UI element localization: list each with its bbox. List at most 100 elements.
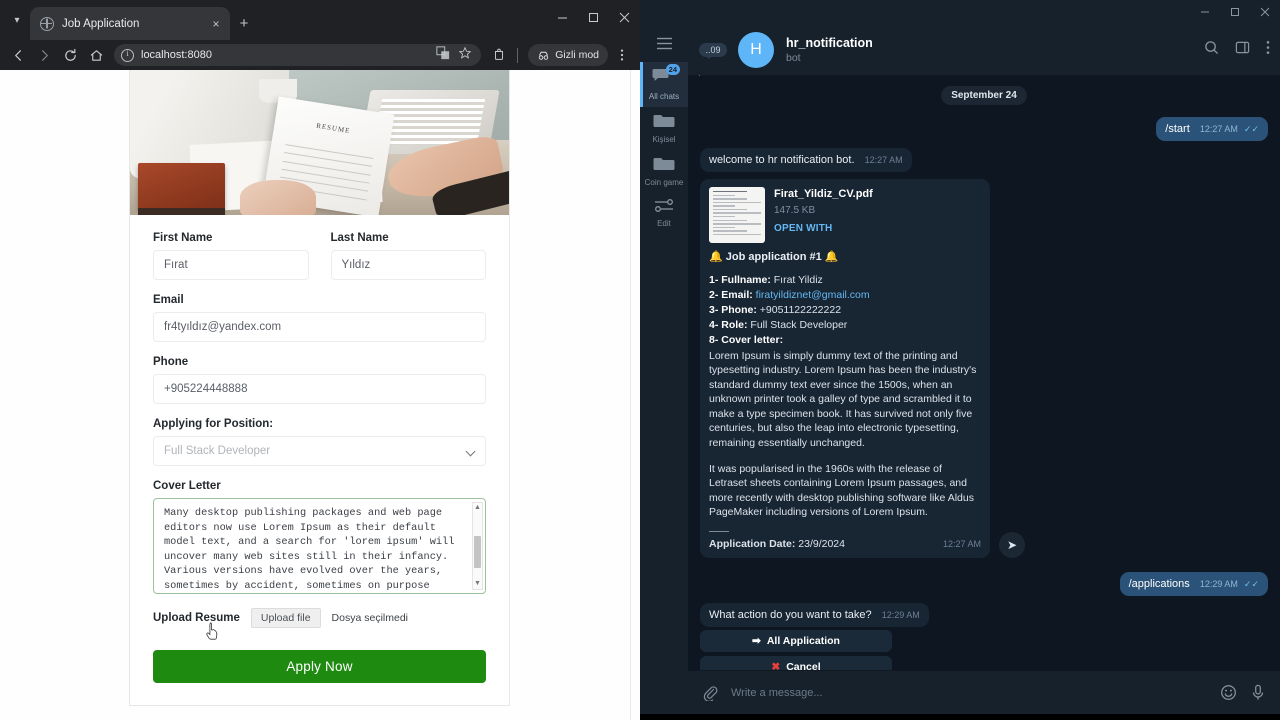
toolbar-divider: [517, 47, 519, 63]
upload-file-button[interactable]: Upload file: [250, 608, 321, 628]
folder-icon: [653, 112, 675, 134]
attached-pdf[interactable]: Firat_Yildiz_CV.pdf 147.5 KB OPEN WITH: [709, 187, 981, 243]
field-key: 4- Role:: [709, 318, 748, 331]
reload-icon[interactable]: [58, 43, 82, 67]
sidebar-item-all-chats[interactable]: 24 All chats: [640, 62, 688, 107]
avatar[interactable]: H: [738, 31, 774, 68]
cover-letter-label: Cover Letter: [153, 480, 221, 492]
web-page: RESUME First Name Fırat Last Name Yıldız…: [0, 70, 630, 720]
back-icon[interactable]: [6, 43, 30, 67]
textarea-scrollbar[interactable]: ▲ ▼: [472, 502, 483, 590]
apply-now-button[interactable]: Apply Now: [153, 650, 486, 683]
application-field: 2- Email: firatyildiznet@gmail.com: [709, 288, 981, 303]
first-name-label: First Name: [153, 232, 213, 244]
field-value-link[interactable]: firatyildiznet@gmail.com: [753, 289, 870, 301]
chat-header-text: hr_notification bot: [786, 36, 1204, 64]
message-time: 12:29 AM: [881, 609, 920, 620]
site-info-icon[interactable]: [121, 48, 134, 62]
scrollbar-thumb[interactable]: [474, 535, 481, 569]
message-bubble-start[interactable]: /start 12:27 AM ✓✓: [1156, 117, 1268, 141]
message-time: 12:27 AM: [1199, 124, 1238, 134]
message-bubble-application[interactable]: Firat_Yildiz_CV.pdf 147.5 KB OPEN WITH 🔔…: [700, 179, 990, 558]
forward-icon[interactable]: [32, 43, 56, 67]
cover-letter-textarea[interactable]: Many desktop publishing packages and web…: [153, 498, 486, 594]
page-scrollbar[interactable]: [630, 70, 640, 720]
open-with-link[interactable]: OPEN WITH: [774, 222, 873, 237]
home-icon[interactable]: [84, 43, 108, 67]
telegram-maximize-button[interactable]: [1220, 0, 1250, 24]
keyboard-button-all-application[interactable]: ➡ All Application: [700, 629, 892, 652]
message-text: welcome to hr notification bot.: [709, 154, 855, 166]
cover-letter-wrapper: Many desktop publishing packages and web…: [153, 498, 486, 594]
back-badge-count: ..09: [699, 42, 727, 59]
email-label: Email: [153, 294, 184, 306]
minimize-button[interactable]: [547, 0, 578, 34]
telegram-close-button[interactable]: [1250, 0, 1280, 24]
field-value: Fırat Yildiz: [770, 273, 823, 286]
position-select-wrapper: Full Stack Developer: [153, 436, 486, 466]
scroll-down-arrow-icon[interactable]: ▼: [473, 580, 482, 588]
new-tab-button[interactable]: +: [230, 7, 258, 40]
microphone-icon[interactable]: [1250, 684, 1266, 701]
name-row: First Name Last Name: [153, 232, 486, 280]
cover-letter-group: Cover Letter Many desktop publishing pac…: [153, 480, 486, 594]
sliders-icon: [653, 198, 675, 218]
message-bubble-welcome[interactable]: welcome to hr notification bot. 12:27 AM: [700, 148, 912, 172]
menu-hamburger-icon[interactable]: [640, 24, 688, 62]
last-name-group: Last Name: [330, 232, 486, 280]
translate-icon[interactable]: [436, 45, 450, 65]
pdf-file-name: Firat_Yildiz_CV.pdf: [774, 188, 873, 200]
message-row: Firat_Yildiz_CV.pdf 147.5 KB OPEN WITH 🔔…: [700, 179, 1268, 558]
resume-graphic-text: RESUME: [315, 121, 352, 135]
more-menu-icon[interactable]: [1266, 40, 1270, 60]
close-window-button[interactable]: [609, 0, 640, 34]
sidebar-toggle-icon[interactable]: [1235, 40, 1250, 60]
scroll-up-arrow-icon[interactable]: ▲: [473, 504, 482, 512]
attach-clip-icon[interactable]: [702, 685, 718, 701]
incognito-indicator[interactable]: Gizli mod: [528, 44, 608, 66]
inline-keyboard: ➡ All Application ✖ Cancel: [700, 629, 892, 670]
search-icon[interactable]: [1204, 40, 1219, 60]
arrow-right-emoji-icon: ➡: [752, 634, 761, 647]
sidebar-item-kisisel[interactable]: Kişisel: [640, 107, 688, 150]
message-input[interactable]: Write a message...: [731, 687, 1207, 699]
address-bar[interactable]: localhost:8080: [114, 44, 482, 66]
tab-search-chevron-icon[interactable]: ▾: [4, 0, 30, 40]
read-ticks-icon: ✓✓: [1243, 124, 1259, 134]
browser-tab[interactable]: Job Application ×: [30, 7, 230, 40]
sidebar-label-edit: Edit: [657, 219, 671, 228]
sidebar-item-edit[interactable]: Edit: [640, 193, 688, 234]
message-time: 12:27 AM: [864, 155, 903, 165]
telegram-minimize-button[interactable]: [1190, 0, 1220, 24]
message-bubble-action-prompt[interactable]: What action do you want to take? 12:29 A…: [700, 602, 929, 627]
keyboard-button-cancel[interactable]: ✖ Cancel: [700, 655, 892, 670]
folder-icon: [653, 155, 675, 177]
keyboard-button-label: Cancel: [786, 660, 821, 670]
phone-input[interactable]: [153, 374, 486, 404]
extensions-icon[interactable]: [487, 43, 511, 67]
emoji-icon[interactable]: [1220, 684, 1237, 701]
browser-menu-icon[interactable]: [610, 43, 634, 67]
cross-mark-emoji-icon: ✖: [771, 660, 781, 670]
bookmark-star-icon[interactable]: [458, 46, 472, 65]
position-select[interactable]: Full Stack Developer: [153, 436, 486, 466]
pdf-file-size: 147.5 KB: [774, 204, 816, 216]
tab-close-icon[interactable]: ×: [208, 16, 224, 32]
pdf-thumbnail[interactable]: [709, 187, 765, 243]
email-input[interactable]: [153, 312, 486, 342]
email-group: Email: [153, 294, 486, 342]
field-key: 1- Fullname:: [709, 273, 771, 286]
maximize-button[interactable]: [578, 0, 609, 34]
upload-row: Upload Resume Upload file Dosya seçilmed…: [153, 608, 486, 640]
position-group: Applying for Position: Full Stack Develo…: [153, 418, 486, 466]
field-key: 8- Cover letter:: [709, 333, 784, 346]
message-bubble-applications[interactable]: /applications 12:29 AM ✓✓: [1119, 571, 1268, 596]
first-name-input[interactable]: [153, 250, 309, 280]
last-name-input[interactable]: [330, 250, 486, 280]
chat-title: hr_notification: [786, 35, 873, 50]
back-button[interactable]: ..09 ←: [688, 42, 738, 81]
sidebar-item-coin-game[interactable]: Coin game: [640, 150, 688, 193]
message-list[interactable]: September 24 /start 12:27 AM ✓✓ welcome …: [688, 76, 1280, 670]
keyboard-button-label: All Application: [766, 634, 840, 647]
forward-button[interactable]: ➤: [999, 531, 1025, 558]
